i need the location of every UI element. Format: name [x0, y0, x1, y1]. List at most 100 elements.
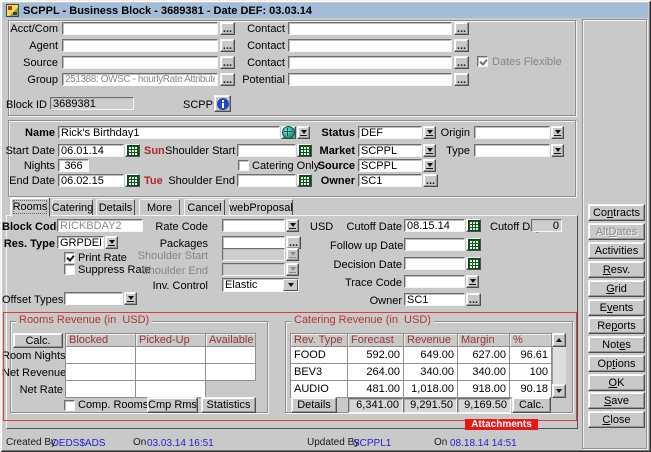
- acct-com-browse-button[interactable]: ...: [220, 22, 235, 35]
- sidebar-button-resv[interactable]: Resv.: [588, 261, 645, 278]
- rooms-revenue-calc-button[interactable]: Calc.: [13, 333, 63, 348]
- sidebar-button-grid[interactable]: Grid: [588, 280, 645, 297]
- catering-calc-button[interactable]: Calc.: [512, 397, 551, 413]
- market-input[interactable]: [358, 144, 422, 157]
- catering-scrollbar-down-button[interactable]: [552, 384, 566, 398]
- tab-catering[interactable]: Catering: [52, 199, 93, 216]
- inv-control-arrow-button[interactable]: [283, 279, 298, 291]
- catering-cell[interactable]: 90.18: [509, 380, 552, 398]
- sidebar-button-events[interactable]: Events: [588, 299, 645, 316]
- dates-flexible-checkbox[interactable]: [477, 56, 488, 67]
- block-code-input[interactable]: [57, 219, 143, 232]
- cutoff-date-input[interactable]: [404, 219, 465, 232]
- rooms-owner-input[interactable]: [404, 293, 465, 306]
- decision-date-input[interactable]: [404, 257, 465, 270]
- catering-cell[interactable]: 649.00: [403, 346, 458, 364]
- tab-details[interactable]: Details: [96, 199, 135, 216]
- source-block-input[interactable]: [358, 159, 422, 172]
- cmp-rms-button[interactable]: Cmp Rms: [147, 397, 198, 413]
- type-dropdown-button[interactable]: [551, 144, 564, 157]
- cutoff-date-calendar-button[interactable]: [466, 219, 481, 232]
- start-date-calendar-button[interactable]: [125, 144, 140, 157]
- tab-more[interactable]: More: [139, 199, 180, 216]
- catering-cell[interactable]: 481.00: [347, 380, 404, 398]
- origin-dropdown-button[interactable]: [551, 126, 564, 139]
- offset-types-input[interactable]: [64, 292, 123, 305]
- rate-code-input[interactable]: [222, 219, 285, 232]
- tab-rooms[interactable]: Rooms: [10, 197, 50, 217]
- offset-types-dropdown-button[interactable]: [124, 292, 137, 305]
- shoulder-end-input[interactable]: [237, 174, 296, 187]
- nights-input[interactable]: [58, 159, 89, 172]
- catering-cell[interactable]: 340.00: [457, 363, 510, 381]
- catering-cell[interactable]: BEV3: [290, 363, 348, 381]
- contact2-input[interactable]: [288, 39, 452, 52]
- catering-cell[interactable]: 264.00: [347, 363, 404, 381]
- sidebar-button-notes[interactable]: Notes: [588, 336, 645, 353]
- statistics-button[interactable]: Statistics: [201, 397, 256, 413]
- sidebar-button-contracts[interactable]: Contracts: [588, 204, 645, 221]
- sidebar-button-ok[interactable]: OK: [588, 374, 645, 391]
- catering-cell[interactable]: 918.00: [457, 380, 510, 398]
- contact1-input[interactable]: [288, 22, 452, 35]
- potential-input[interactable]: [288, 73, 452, 86]
- origin-input[interactable]: [474, 126, 550, 139]
- tab-webproposal[interactable]: webProposal: [229, 199, 293, 216]
- group-browse-button[interactable]: ...: [220, 73, 235, 86]
- tab-cancel[interactable]: Cancel: [184, 199, 225, 216]
- trace-code-input[interactable]: [404, 275, 465, 288]
- group-input[interactable]: [62, 73, 218, 86]
- name-input[interactable]: [58, 126, 280, 139]
- source-dropdown-button[interactable]: [423, 159, 436, 172]
- source-browse-button[interactable]: ...: [220, 56, 235, 69]
- start-date-input[interactable]: [58, 144, 124, 157]
- catering-cell[interactable]: 592.00: [347, 346, 404, 364]
- catering-cell[interactable]: AUDIO: [290, 380, 348, 398]
- catering-cell[interactable]: 1,018.00: [403, 380, 458, 398]
- catering-cell[interactable]: 96.61: [509, 346, 552, 364]
- end-date-input[interactable]: [58, 174, 124, 187]
- name-translate-button[interactable]: [281, 126, 296, 139]
- follow-up-date-input[interactable]: [404, 238, 465, 251]
- suppress-rate-checkbox[interactable]: [64, 264, 75, 275]
- catering-scrollbar-up-button[interactable]: [552, 333, 566, 347]
- status-input[interactable]: [358, 126, 422, 139]
- catering-only-checkbox[interactable]: [238, 160, 249, 171]
- end-date-calendar-button[interactable]: [125, 174, 140, 187]
- source-input[interactable]: [62, 56, 218, 69]
- catering-cell[interactable]: 627.00: [457, 346, 510, 364]
- type-input[interactable]: [474, 144, 550, 157]
- contact3-browse-button[interactable]: ...: [454, 56, 469, 69]
- res-type-input[interactable]: [57, 236, 104, 249]
- contact1-browse-button[interactable]: ...: [454, 22, 469, 35]
- acct-com-input[interactable]: [62, 22, 218, 35]
- owner-input[interactable]: [358, 174, 422, 187]
- details-button[interactable]: Details: [291, 397, 337, 413]
- rate-code-dropdown-button[interactable]: [286, 219, 299, 232]
- sidebar-button-close[interactable]: Close: [588, 411, 645, 428]
- catering-cell[interactable]: FOOD: [290, 346, 348, 364]
- agent-browse-button[interactable]: ...: [220, 39, 235, 52]
- attachments-lamp[interactable]: Attachments: [465, 419, 538, 430]
- res-type-dropdown-button[interactable]: [105, 236, 118, 249]
- contact3-input[interactable]: [288, 56, 452, 69]
- print-rate-checkbox[interactable]: [64, 252, 75, 263]
- inv-control-combobox[interactable]: Elastic: [222, 278, 299, 292]
- sidebar-button-activities[interactable]: Activities: [588, 242, 645, 259]
- agent-input[interactable]: [62, 39, 218, 52]
- catering-cell[interactable]: 100: [509, 363, 552, 381]
- property-info-button[interactable]: [214, 95, 231, 112]
- sidebar-button-options[interactable]: Options: [588, 355, 645, 372]
- catering-cell[interactable]: 340.00: [403, 363, 458, 381]
- trace-code-dropdown-button[interactable]: [466, 275, 479, 288]
- title-bar[interactable]: SCPPL - Business Block - 3689381 - Date …: [3, 3, 648, 18]
- follow-up-date-calendar-button[interactable]: [466, 238, 481, 251]
- potential-browse-button[interactable]: ...: [454, 73, 469, 86]
- rooms-owner-browse-button[interactable]: ...: [466, 293, 481, 306]
- contact2-browse-button[interactable]: ...: [454, 39, 469, 52]
- comp-rooms-checkbox[interactable]: [64, 400, 75, 411]
- owner-browse-button[interactable]: ...: [423, 174, 438, 187]
- shoulder-start-input[interactable]: [237, 144, 296, 157]
- decision-date-calendar-button[interactable]: [466, 257, 481, 270]
- sidebar-button-reports[interactable]: Reports: [588, 317, 645, 334]
